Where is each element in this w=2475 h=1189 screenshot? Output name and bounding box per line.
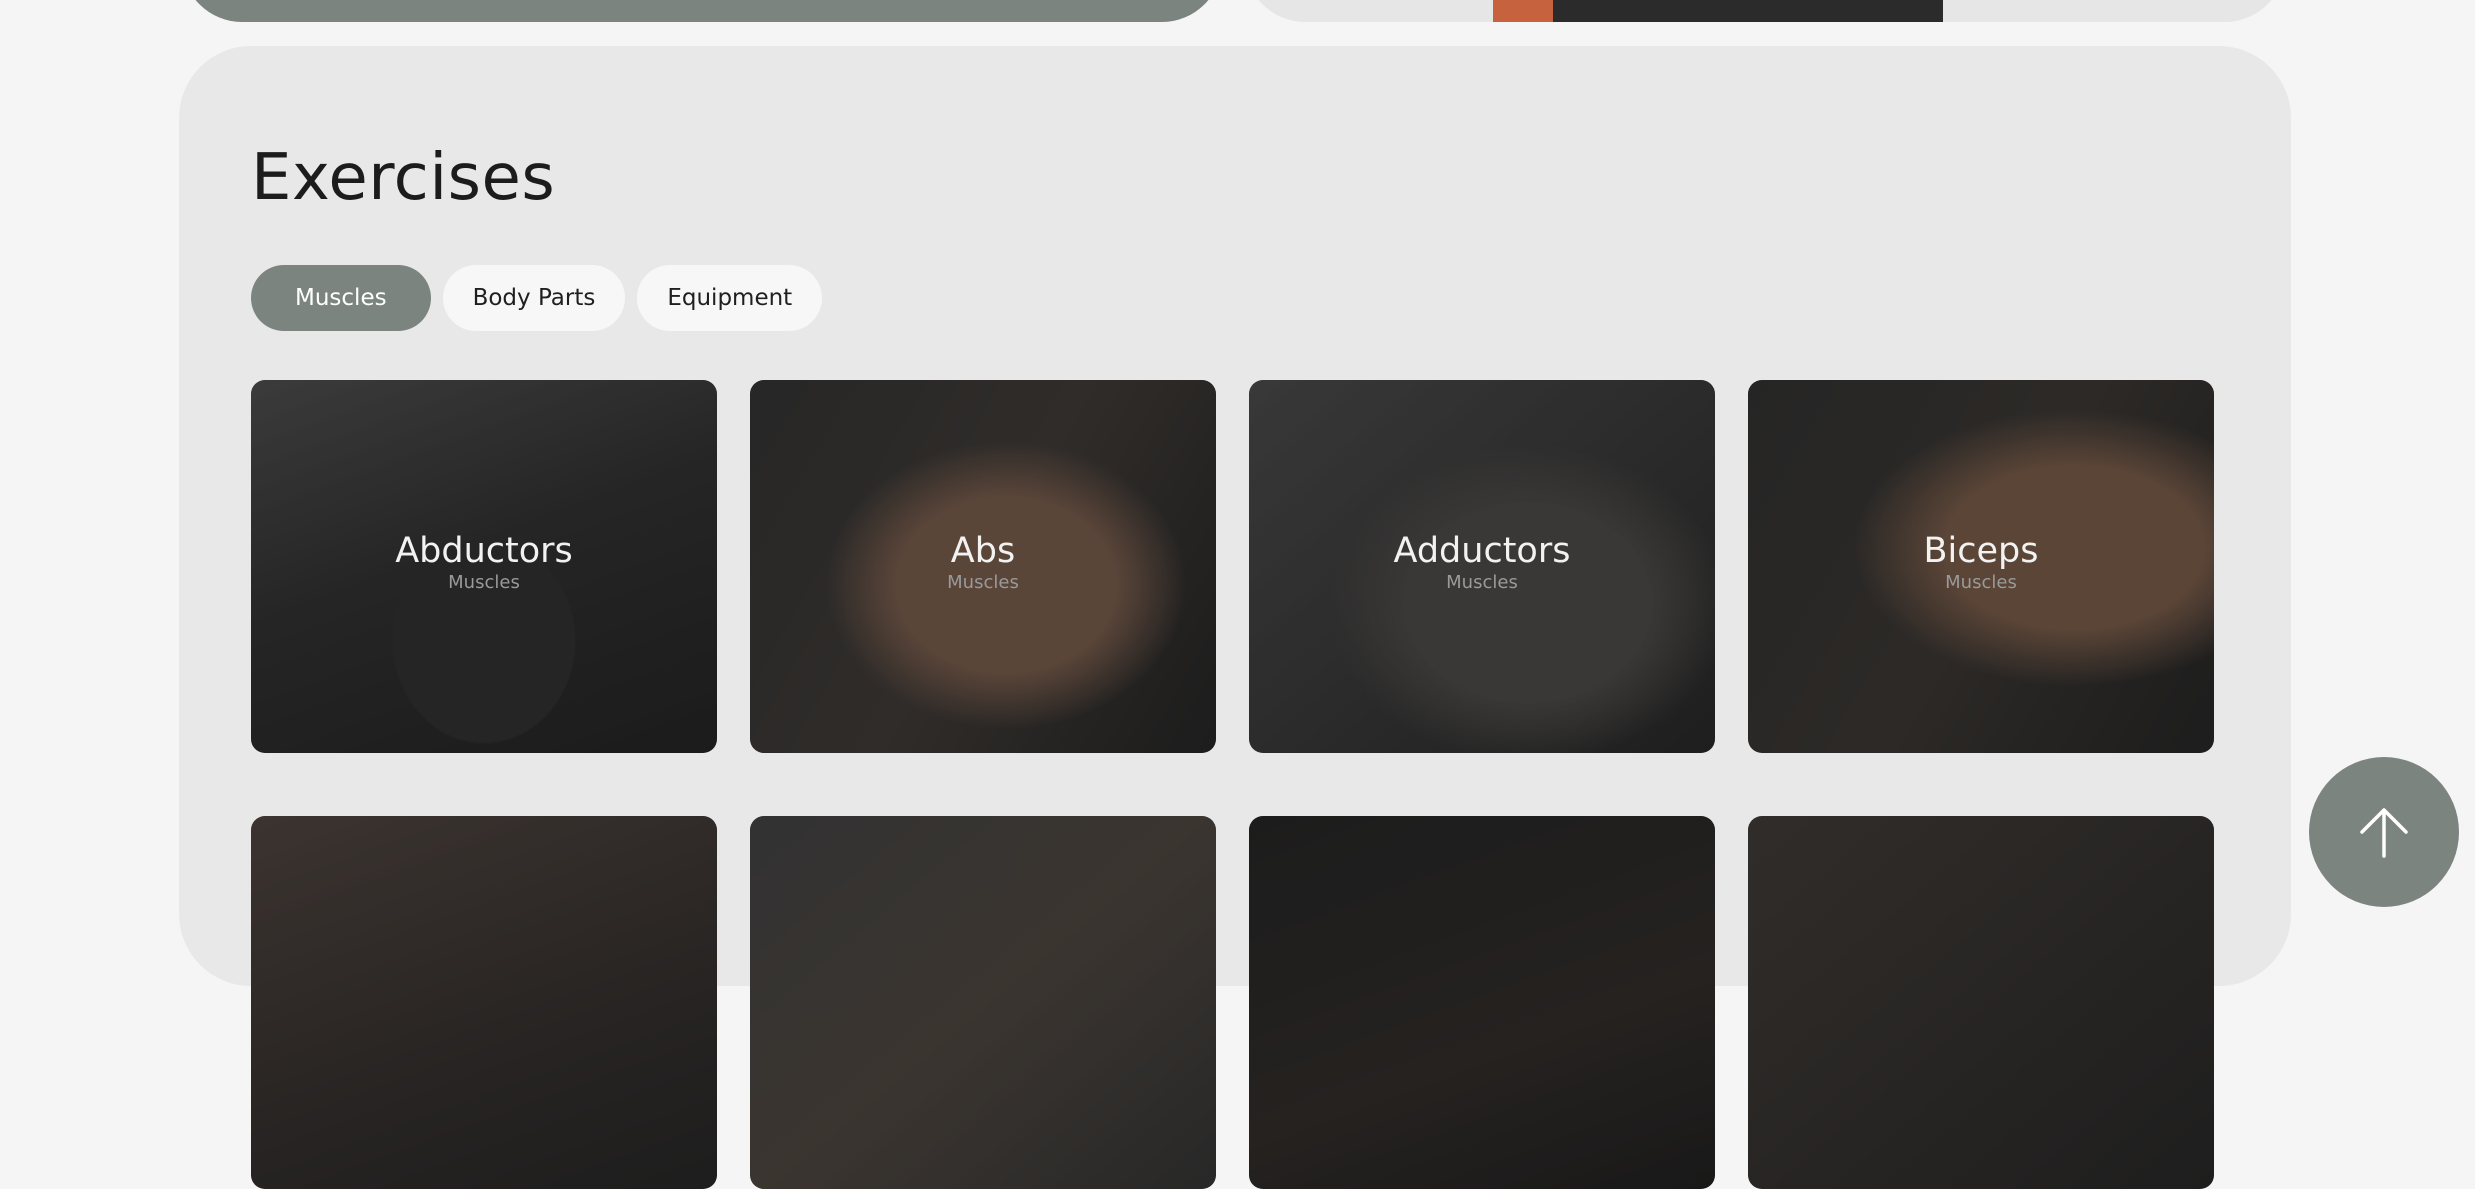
previous-section-card-left <box>182 0 1222 22</box>
card-title: Biceps <box>1923 531 2039 571</box>
previous-section-photo <box>1493 0 1943 22</box>
previous-section-card-right <box>1245 0 2285 22</box>
tab-equipment[interactable]: Equipment <box>637 265 823 331</box>
exercise-card[interactable] <box>750 816 1216 1189</box>
exercise-card-abs[interactable]: Abs Muscles <box>750 380 1216 753</box>
card-category: Muscles <box>1945 572 2017 593</box>
exercise-card[interactable] <box>1249 816 1715 1189</box>
section-title: Exercises <box>251 141 556 215</box>
exercises-panel: Exercises Muscles Body Parts Equipment A… <box>179 46 2291 1189</box>
card-title: Abs <box>950 531 1016 571</box>
arrow-up-icon <box>2360 808 2408 858</box>
card-category: Muscles <box>1446 572 1518 593</box>
exercise-grid: Abductors Muscles Abs Muscles Adductors … <box>251 380 2214 1189</box>
card-category: Muscles <box>947 572 1019 593</box>
exercise-card[interactable] <box>251 816 717 1189</box>
exercise-card-adductors[interactable]: Adductors Muscles <box>1249 380 1715 753</box>
exercise-card[interactable] <box>1748 816 2214 1189</box>
scroll-to-top-button[interactable] <box>2309 757 2459 907</box>
tab-body-parts[interactable]: Body Parts <box>442 265 626 331</box>
exercise-card-biceps[interactable]: Biceps Muscles <box>1748 380 2214 753</box>
tab-muscles[interactable]: Muscles <box>251 265 431 331</box>
card-title: Adductors <box>1393 531 1571 571</box>
category-tabs: Muscles Body Parts Equipment <box>251 265 823 331</box>
card-category: Muscles <box>448 572 520 593</box>
card-title: Abductors <box>395 531 573 571</box>
exercise-card-abductors[interactable]: Abductors Muscles <box>251 380 717 753</box>
